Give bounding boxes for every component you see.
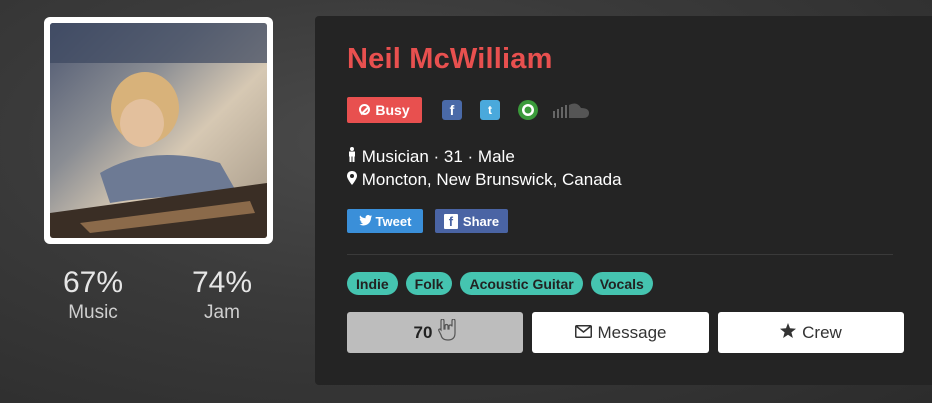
rock-hand-icon: [438, 318, 457, 346]
tag-vocals[interactable]: Vocals: [590, 272, 653, 295]
envelope-icon: [574, 323, 592, 343]
twitter-bird-icon: [358, 214, 372, 229]
status-label: Busy: [375, 101, 410, 118]
divider: [347, 254, 893, 255]
profile-location: Moncton, New Brunswick, Canada: [347, 170, 622, 190]
avatar-photo: [50, 23, 267, 238]
facebook-f-icon: f: [443, 213, 458, 229]
avatar-frame: [44, 17, 273, 244]
ban-icon: [359, 104, 371, 115]
crew-button[interactable]: Crew: [718, 312, 904, 353]
share-label: Share: [462, 213, 500, 229]
profile-name[interactable]: Neil McWilliam: [347, 43, 553, 76]
status-and-social-row: Busy f t: [347, 96, 590, 123]
message-label: Message: [597, 322, 667, 342]
jam-match-label: Jam: [204, 302, 240, 323]
profile-card: Neil McWilliam Busy f t Musician · 31 · …: [315, 16, 932, 385]
message-button[interactable]: Message: [532, 312, 709, 353]
reverbnation-icon[interactable]: [518, 99, 538, 120]
map-pin-icon: [347, 170, 362, 189]
facebook-share-button[interactable]: f Share: [435, 209, 508, 233]
location-text: Moncton, New Brunswick, Canada: [361, 170, 622, 189]
genre-tags: Indie Folk Acoustic Guitar Vocals: [347, 272, 661, 295]
tag-folk[interactable]: Folk: [405, 272, 453, 295]
jam-match-percent: 74%: [191, 266, 253, 299]
music-match-percent: 67%: [62, 266, 124, 299]
profile-details-text: Musician · 31 · Male: [361, 147, 515, 166]
tweet-label: Tweet: [375, 213, 412, 229]
soundcloud-icon[interactable]: [552, 100, 590, 120]
crew-label: Crew: [802, 322, 842, 342]
avatar[interactable]: [50, 23, 267, 238]
jam-count: 70: [413, 322, 433, 342]
tweet-button[interactable]: Tweet: [347, 209, 423, 233]
share-row: Tweet f Share: [347, 209, 508, 233]
status-badge: Busy: [347, 96, 422, 123]
tag-indie[interactable]: Indie: [347, 272, 398, 295]
tag-acoustic-guitar[interactable]: Acoustic Guitar: [460, 272, 583, 295]
profile-details: Musician · 31 · Male: [347, 147, 515, 167]
twitter-icon[interactable]: t: [480, 99, 500, 120]
music-match-stat: 67% Music: [38, 268, 148, 324]
star-icon: [780, 322, 797, 343]
jam-match-stat: 74% Jam: [167, 268, 277, 324]
music-match-label: Music: [68, 302, 118, 323]
jam-button[interactable]: 70: [347, 312, 523, 353]
person-icon: [347, 147, 362, 166]
facebook-icon[interactable]: f: [442, 99, 462, 120]
